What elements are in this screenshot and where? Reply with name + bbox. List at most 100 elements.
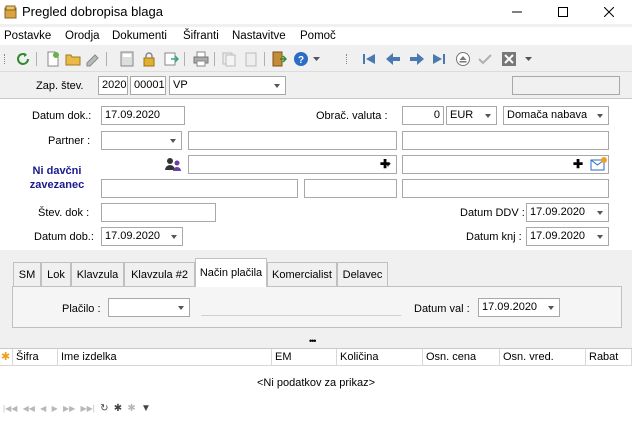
first-record-icon[interactable] [360, 50, 378, 68]
last-record-icon[interactable] [430, 50, 448, 68]
tab-delavec[interactable]: Delavec [337, 262, 388, 286]
menu-bar: Postavke Orodja Dokumenti Šifranti Nasta… [0, 27, 632, 45]
column-header-osn-vred[interactable]: Osn. vred. [500, 349, 586, 366]
calculator-icon[interactable] [118, 50, 136, 68]
toolbar-grip [4, 54, 6, 64]
menu-nastavitve[interactable]: Nastavitve [232, 30, 286, 42]
nav-refresh-icon[interactable]: ↻ [100, 403, 108, 414]
contact-persons-icon[interactable] [164, 155, 184, 173]
tab-komercialist[interactable]: Komercialist [267, 262, 337, 286]
confirm-check-icon[interactable] [476, 50, 494, 68]
partner-label: Partner : [48, 135, 91, 147]
eject-icon[interactable] [454, 50, 472, 68]
nav-delete-icon[interactable]: ✱ [127, 403, 135, 414]
nav-prev-icon[interactable]: ◀ [40, 404, 46, 413]
tab-sm[interactable]: SM [13, 262, 41, 286]
stev-dok-field[interactable] [101, 203, 216, 222]
datum-dok-label: Datum dok.: [32, 110, 92, 122]
column-header-kolicina[interactable]: Količina [337, 349, 423, 366]
year-field[interactable]: 2020 [98, 76, 128, 95]
partner-select[interactable] [101, 131, 182, 150]
valuta-amount-field[interactable]: 0 [402, 106, 444, 125]
doc-type-select[interactable]: VP [169, 76, 286, 95]
export-icon[interactable] [162, 50, 180, 68]
cancel-x-icon[interactable] [500, 50, 518, 68]
window-title: Pregled dobropisa blaga [22, 4, 163, 19]
tab-klavzula-2[interactable]: Klavzula #2 [124, 262, 195, 286]
column-header-sifra[interactable]: Šifra [13, 349, 58, 366]
datum-dok-field[interactable]: 17.09.2020 [101, 106, 185, 125]
tab-nacin-placila[interactable]: Način plačila [195, 258, 267, 287]
nav-insert-icon[interactable]: ✱ [114, 403, 122, 414]
toolbar-grip [346, 54, 348, 64]
grid-new-row-icon[interactable]: ✱ [0, 349, 13, 366]
open-folder-icon[interactable] [64, 50, 82, 68]
minimize-button[interactable] [494, 0, 540, 24]
exit-door-icon[interactable] [270, 50, 288, 68]
nav-last-icon[interactable]: ▶▶| [81, 404, 95, 413]
previous-record-icon[interactable] [384, 50, 402, 68]
contact-select[interactable] [188, 155, 397, 174]
valuta-select[interactable]: EUR [446, 106, 497, 125]
separator [184, 52, 185, 66]
nav-next-page-icon[interactable]: ▶▶ [63, 404, 75, 413]
copy-icon[interactable] [220, 50, 238, 68]
datum-val-field[interactable]: 17.09.2020 [478, 298, 560, 317]
number-field[interactable]: 00001 [130, 76, 166, 95]
address-field-1[interactable] [101, 179, 298, 198]
datum-ddv-field[interactable]: 17.09.2020 [526, 203, 609, 222]
title-bar: Pregled dobropisa blaga [0, 0, 632, 24]
column-header-osn-cena[interactable]: Osn. cena [423, 349, 500, 366]
nav-next-icon[interactable]: ▶ [52, 404, 58, 413]
address-field-2[interactable] [304, 179, 397, 198]
close-button[interactable] [586, 0, 632, 24]
svg-text:?: ? [298, 55, 304, 66]
refresh-icon[interactable] [14, 50, 32, 68]
datum-ddv-label: Datum DDV : [460, 207, 525, 219]
address-field-3[interactable] [402, 179, 609, 198]
datum-dob-field[interactable]: 17.09.2020 [101, 227, 183, 246]
help-dropdown-icon[interactable] [312, 50, 322, 68]
ni-davcni-zavezanec-label: Ni davčni zavezanec [29, 165, 85, 191]
menu-orodja[interactable]: Orodja [65, 30, 100, 42]
stev-dok-label: Štev. dok : [38, 207, 90, 219]
datum-dob-label: Datum dob.: [34, 231, 94, 243]
email-envelope-icon[interactable] [590, 156, 608, 172]
edit-icon[interactable] [84, 50, 102, 68]
datum-knj-label: Datum knj : [466, 231, 522, 243]
separator [106, 52, 107, 66]
nabava-select[interactable]: Domača nabava [503, 106, 609, 125]
partner-name-field[interactable] [188, 131, 397, 150]
print-icon[interactable] [192, 50, 210, 68]
column-header-em[interactable]: EM [272, 349, 337, 366]
help-icon[interactable]: ? [292, 50, 310, 68]
grid-empty-message: <Ni podatkov za prikaz> [256, 377, 375, 389]
email-add-icon[interactable]: ✚ [573, 158, 583, 170]
menu-pomoc[interactable]: Pomoč [300, 30, 336, 42]
next-record-icon[interactable] [408, 50, 426, 68]
menu-dokumenti[interactable]: Dokumenti [112, 30, 167, 42]
datum-knj-field[interactable]: 17.09.2020 [526, 227, 609, 246]
placilo-select[interactable] [108, 298, 190, 317]
nav-first-icon[interactable]: |◀◀ [3, 404, 17, 413]
paste-icon[interactable] [242, 50, 260, 68]
placilo-description-line [201, 315, 401, 316]
menu-postavke[interactable]: Postavke [4, 30, 51, 42]
contact-add-icon[interactable]: ✚ [380, 158, 390, 170]
splitter-handle[interactable]: ••• [309, 337, 317, 346]
maximize-button[interactable] [540, 0, 586, 24]
obrac-valuta-label: Obrač. valuta : [316, 110, 388, 122]
tab-lok[interactable]: Lok [41, 262, 71, 286]
app-icon [4, 5, 18, 19]
new-document-icon[interactable] [44, 50, 62, 68]
column-header-ime-izdelka[interactable]: Ime izdelka [58, 349, 272, 366]
placilo-label: Plačilo : [62, 303, 101, 315]
menu-sifranti[interactable]: Šifranti [183, 30, 219, 42]
nav-filter-icon[interactable]: ▼ [141, 403, 151, 414]
column-header-rabat[interactable]: Rabat [586, 349, 632, 366]
tab-klavzula[interactable]: Klavzula [71, 262, 124, 286]
more-dropdown-icon[interactable] [524, 50, 534, 68]
lock-icon[interactable] [140, 50, 158, 68]
partner-address-field[interactable] [402, 131, 609, 150]
nav-prev-page-icon[interactable]: ◀◀ [23, 404, 35, 413]
